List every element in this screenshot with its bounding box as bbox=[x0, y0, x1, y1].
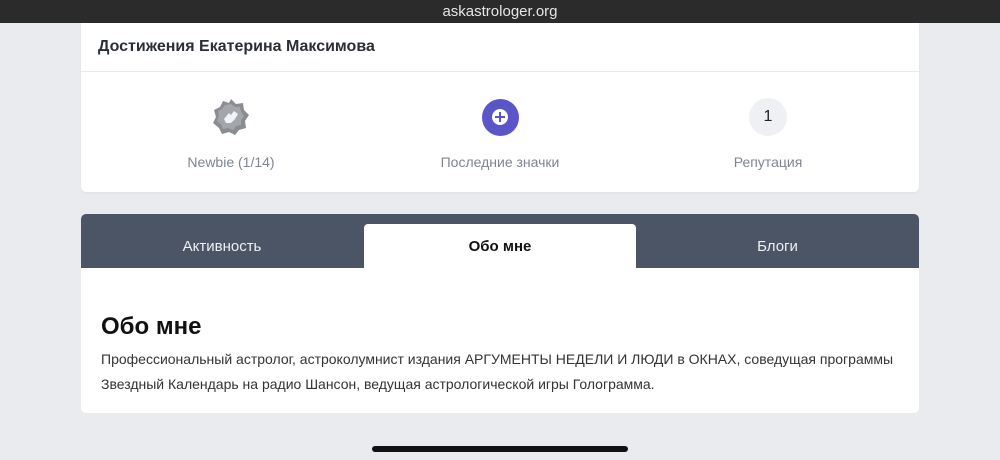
stat-label: Репутация bbox=[733, 154, 803, 170]
stat-label: Newbie (1/14) bbox=[187, 154, 275, 170]
stat-label: Последние значки bbox=[440, 154, 560, 170]
about-heading: Обо мне bbox=[101, 313, 202, 340]
url-text: askastrologer.org bbox=[442, 3, 558, 20]
reputation-count: 1 bbox=[749, 98, 787, 136]
divider bbox=[81, 71, 919, 72]
tab-blogs[interactable]: Блоги bbox=[636, 224, 919, 268]
newbie-badge-icon bbox=[213, 99, 249, 135]
browser-url-bar[interactable]: askastrologer.org bbox=[0, 0, 1000, 23]
plus-icon bbox=[481, 98, 519, 136]
tab-activity[interactable]: Активность bbox=[81, 224, 363, 268]
achievements-card: Достижения Екатерина Максимова Newbie (1… bbox=[81, 23, 919, 192]
profile-tabs-card: Активность Обо мне Блоги Обо мне Професс… bbox=[81, 214, 919, 413]
home-indicator[interactable] bbox=[372, 446, 628, 452]
stat-newbie[interactable]: Newbie (1/14) bbox=[131, 97, 331, 170]
tab-about-me[interactable]: Обо мне bbox=[364, 224, 636, 268]
stat-reputation[interactable]: 1 Репутация bbox=[668, 97, 868, 170]
about-text: Профессиональный астролог, астроколумнис… bbox=[101, 351, 894, 392]
achievements-title: Достижения Екатерина Максимова bbox=[98, 38, 375, 55]
tabs-bar: Активность Обо мне Блоги bbox=[81, 214, 919, 268]
stat-recent-badges[interactable]: Последние значки bbox=[400, 97, 600, 170]
